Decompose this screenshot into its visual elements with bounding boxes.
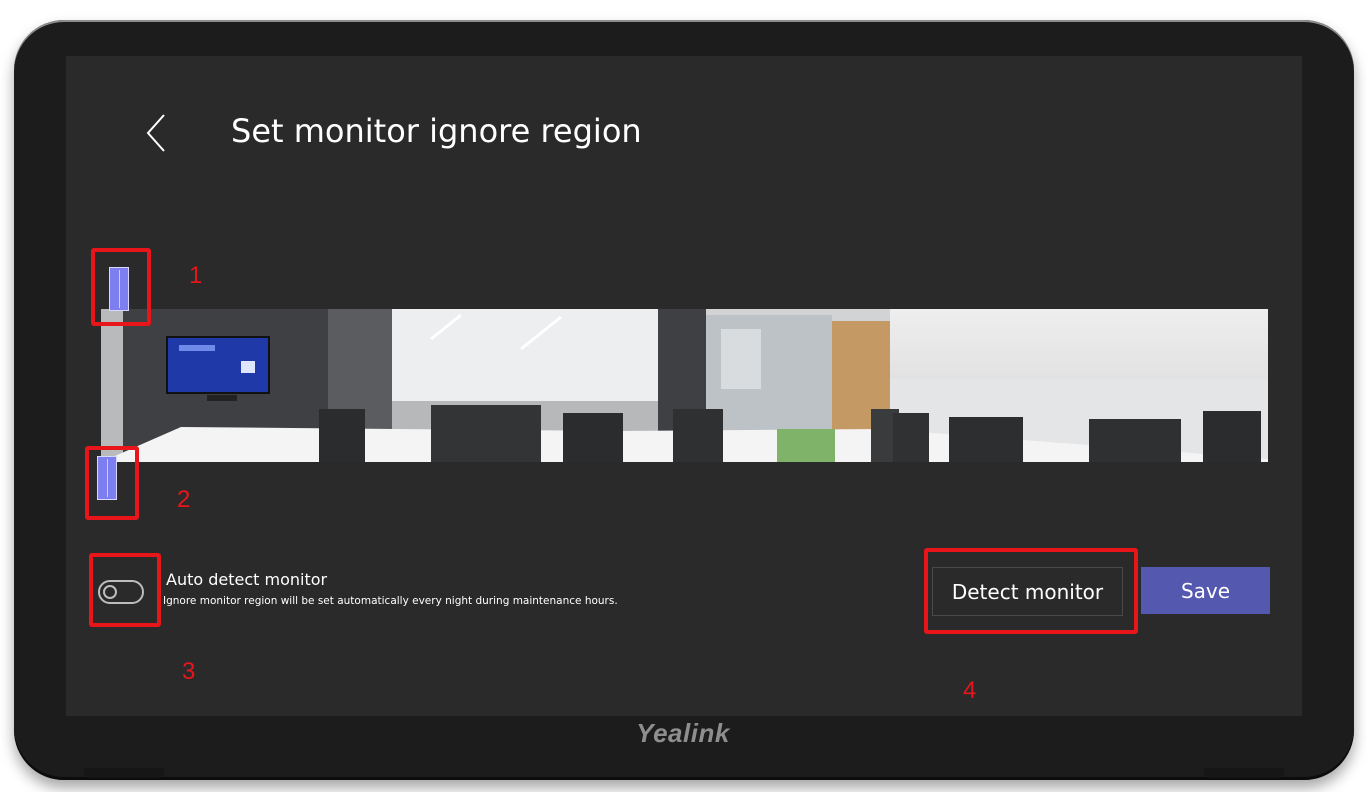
auto-detect-description: Ignore monitor region will be set automa…	[163, 595, 618, 607]
chevron-left-icon	[146, 114, 165, 152]
back-button[interactable]	[140, 110, 174, 156]
brand-logo: Yealink	[636, 718, 730, 748]
detect-monitor-button[interactable]: Detect monitor	[932, 567, 1123, 616]
save-button[interactable]: Save	[1141, 567, 1270, 614]
auto-detect-label: Auto detect monitor	[166, 570, 328, 589]
annotation-number-1: 1	[189, 262, 203, 289]
device-foot-right	[1204, 768, 1284, 778]
page-title: Set monitor ignore region	[231, 112, 642, 150]
auto-detect-toggle[interactable]	[98, 580, 144, 604]
annotation-box-2	[85, 446, 139, 520]
device-foot-left	[84, 768, 164, 778]
annotation-box-1	[91, 248, 151, 326]
annotation-number-2: 2	[177, 486, 191, 513]
toggle-knob	[103, 585, 117, 599]
camera-panorama	[101, 309, 1268, 462]
annotation-number-4: 4	[963, 677, 977, 704]
conference-room-image	[101, 309, 1268, 462]
annotation-number-3: 3	[182, 658, 196, 685]
